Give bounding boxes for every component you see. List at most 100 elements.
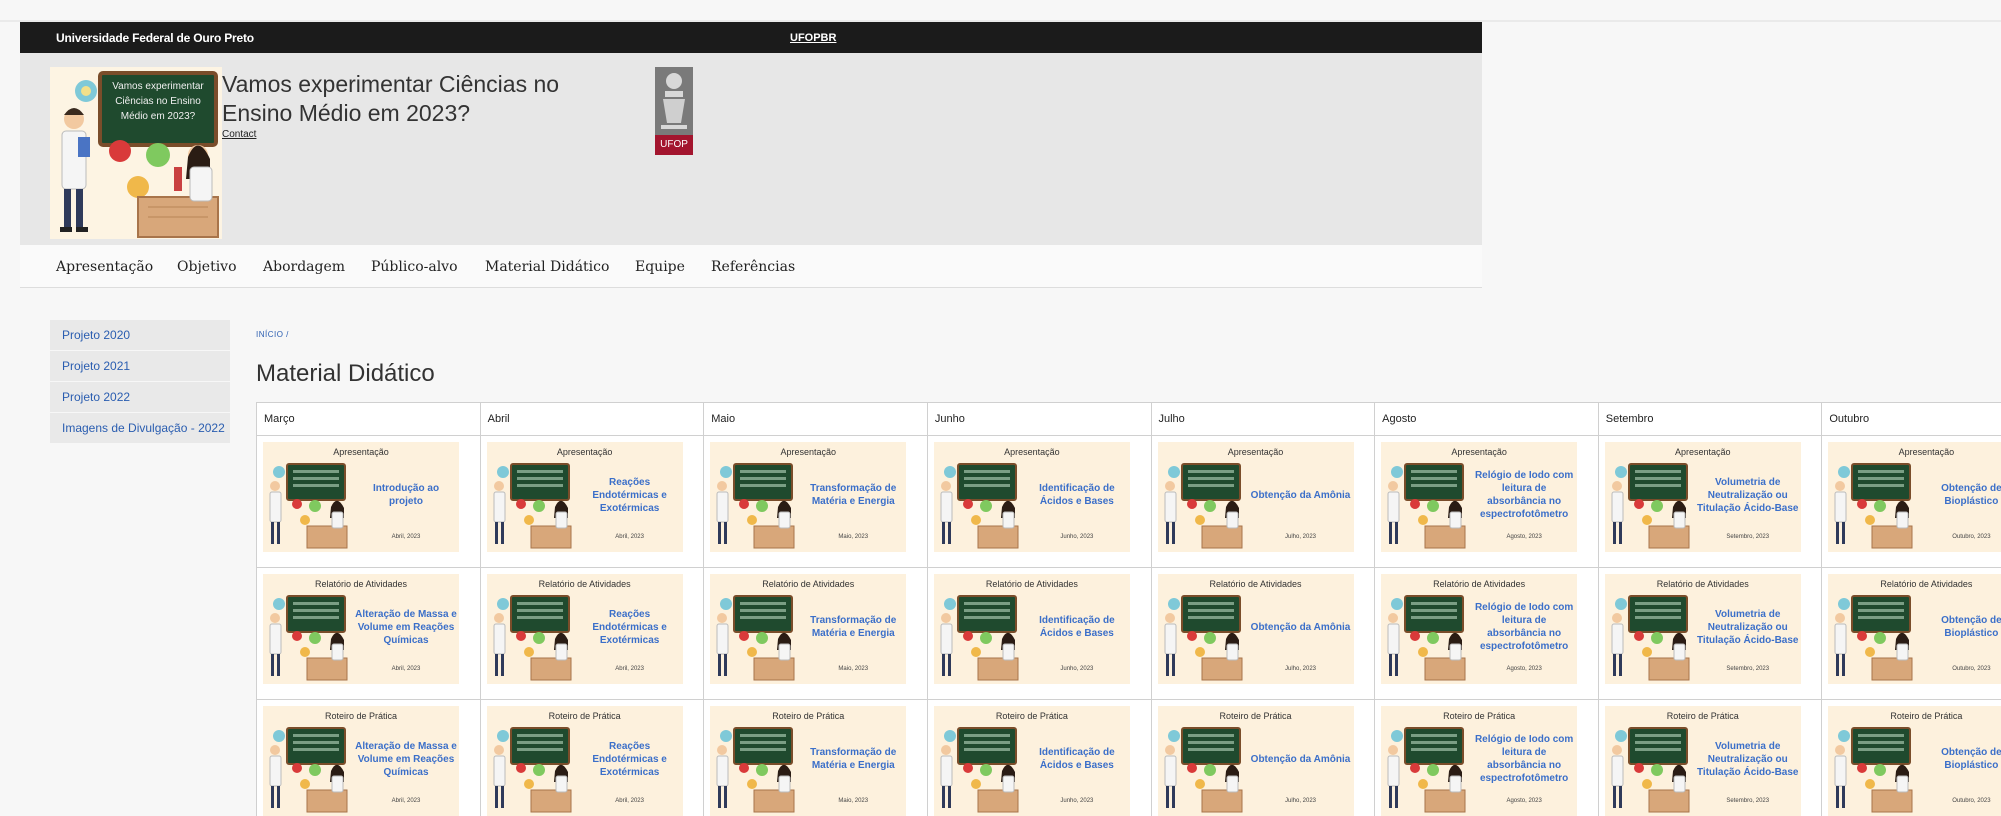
nav-equipe[interactable]: Equipe bbox=[635, 259, 685, 275]
material-card[interactable]: Apresentação Obtenção de Bioplástico Outub… bbox=[1828, 442, 2001, 552]
material-card[interactable]: Apresentação Transformação de Matéria e E… bbox=[710, 442, 907, 552]
scientists-illustration-icon bbox=[1606, 460, 1693, 550]
card-date: Agosto, 2023 bbox=[1506, 798, 1542, 804]
sidebar-item-projeto-2021[interactable]: Projeto 2021 bbox=[50, 351, 230, 382]
page: Universidade Federal de Ouro Preto UFOPB… bbox=[0, 0, 2001, 816]
nav-apresentacao[interactable]: Apresentação bbox=[56, 259, 153, 275]
logo-text: Vamos experimentar Ciências no Ensino Mé… bbox=[112, 81, 204, 122]
card-topic: Alteração de Massa e Volume em Reações Q… bbox=[355, 608, 457, 646]
project-logo[interactable]: Vamos experimentar Ciências no Ensino Mé… bbox=[50, 67, 222, 239]
material-card[interactable]: Roteiro de Prática Volumetria de Neutrali… bbox=[1604, 706, 1801, 816]
material-card[interactable]: Relatório de Atividades Relógio de Iodo c… bbox=[1381, 574, 1578, 684]
card-date: Agosto, 2023 bbox=[1506, 666, 1542, 672]
card-date: Abril, 2023 bbox=[391, 534, 421, 540]
material-card[interactable]: Roteiro de Prática Transformação de Matér… bbox=[710, 706, 907, 816]
card-topic: Identificação de Ácidos e Bases bbox=[1039, 615, 1115, 639]
table-cell: Roteiro de Prática Reações Endotérmicas e… bbox=[479, 699, 705, 816]
material-card[interactable]: Apresentação Volumetria de Neutralização … bbox=[1604, 442, 1801, 552]
card-topic: Relógio de Iodo com leitura de absorbânc… bbox=[1474, 602, 1574, 652]
table-row: Roteiro de Prática Alteração de Massa e V… bbox=[256, 699, 2001, 816]
card-date: Junho, 2023 bbox=[1060, 534, 1094, 540]
material-card[interactable]: Relatório de Atividades Reações Endotérmi… bbox=[486, 574, 683, 684]
table-cell: Apresentação Identificação de Ácidos e Ba… bbox=[926, 435, 1152, 568]
card-topic: Obtenção da Amônia bbox=[1250, 753, 1351, 765]
card-type: Relatório de Atividades bbox=[1656, 579, 1749, 589]
nav-referencias[interactable]: Referências bbox=[711, 259, 795, 275]
sidebar-item-projeto-2022[interactable]: Projeto 2022 bbox=[50, 382, 230, 413]
table-cell: Apresentação Introdução ao projeto Abril, … bbox=[256, 435, 481, 568]
card-topic: Obtenção de Bioplástico bbox=[1941, 747, 2001, 771]
card-topic: Obtenção de Bioplástico bbox=[1941, 483, 2001, 507]
table-cell: Roteiro de Prática Volumetria de Neutrali… bbox=[1597, 699, 1823, 816]
university-name[interactable]: Universidade Federal de Ouro Preto bbox=[56, 31, 254, 45]
card-date: Abril, 2023 bbox=[615, 534, 644, 540]
table-cell: Apresentação Relógio de Iodo com leitura … bbox=[1374, 435, 1599, 568]
nav-material-didatico[interactable]: Material Didático bbox=[485, 259, 609, 275]
sidebar-item-imagens-divulgacao[interactable]: Imagens de Divulgação - 2022 bbox=[50, 413, 230, 444]
card-type: Apresentação bbox=[1898, 447, 1955, 457]
material-card[interactable]: Roteiro de Prática Identificação de Ácido… bbox=[933, 706, 1130, 816]
table-row: Apresentação Introdução ao projeto Abril, … bbox=[256, 435, 2001, 568]
scientists-illustration-icon bbox=[265, 724, 351, 814]
month-header: Abril bbox=[479, 402, 705, 436]
material-card[interactable]: Roteiro de Prática Obtenção da Amônia Julh… bbox=[1157, 706, 1354, 816]
card-topic: Identificação de Ácidos e Bases bbox=[1039, 747, 1115, 771]
material-card[interactable]: Relatório de Atividades Alteração de Mass… bbox=[263, 574, 459, 684]
material-card[interactable]: Roteiro de Prática Relógio de Iodo com le… bbox=[1381, 706, 1578, 816]
card-type: Relatório de Atividades bbox=[762, 579, 855, 589]
card-topic: Transformação de Matéria e Energia bbox=[810, 615, 897, 639]
card-date: Maio, 2023 bbox=[838, 798, 869, 804]
sigla-link[interactable]: UFOPBR bbox=[790, 32, 836, 44]
ufop-logo[interactable]: UFOP bbox=[655, 67, 693, 155]
material-card[interactable]: Relatório de Atividades Volumetria de Neu… bbox=[1604, 574, 1801, 684]
card-date: Julho, 2023 bbox=[1284, 534, 1317, 540]
material-card[interactable]: Roteiro de Prática Alteração de Massa e V… bbox=[263, 706, 459, 816]
scientists-illustration-icon bbox=[1159, 460, 1246, 550]
scientists-illustration-icon bbox=[265, 460, 351, 550]
scientists-illustration-icon bbox=[935, 724, 1022, 814]
material-card[interactable]: Apresentação Relógio de Iodo com leitura … bbox=[1381, 442, 1578, 552]
scientists-illustration-icon bbox=[935, 460, 1022, 550]
material-card[interactable]: Apresentação Introdução ao projeto Abril, … bbox=[263, 442, 459, 552]
card-date: Setembro, 2023 bbox=[1726, 798, 1770, 804]
contact-link[interactable]: Contact bbox=[222, 129, 256, 140]
month-header: Agosto bbox=[1374, 402, 1599, 436]
card-topic: Reações Endotérmicas e Exotérmicas bbox=[592, 740, 667, 778]
material-card[interactable]: Relatório de Atividades Obtenção de Biopl… bbox=[1828, 574, 2001, 684]
card-type: Relatório de Atividades bbox=[538, 579, 631, 589]
card-type: Apresentação bbox=[1674, 447, 1731, 457]
site-title[interactable]: Vamos experimentar Ciências no Ensino Mé… bbox=[222, 70, 562, 128]
card-topic: Relógio de Iodo com leitura de absorbânc… bbox=[1474, 470, 1574, 520]
material-card[interactable]: Apresentação Obtenção da Amônia Julho, 202… bbox=[1157, 442, 1354, 552]
sidebar-item-projeto-2020[interactable]: Projeto 2020 bbox=[50, 320, 230, 351]
card-date: Maio, 2023 bbox=[838, 666, 869, 672]
material-card[interactable]: Relatório de Atividades Transformação de … bbox=[710, 574, 907, 684]
card-type: Roteiro de Prática bbox=[548, 711, 621, 721]
material-card[interactable]: Apresentação Reações Endotérmicas e Exoté… bbox=[486, 442, 683, 552]
card-date: Abril, 2023 bbox=[615, 798, 644, 804]
material-card[interactable]: Roteiro de Prática Reações Endotérmicas e… bbox=[486, 706, 683, 816]
breadcrumb[interactable]: INÍCIO / bbox=[256, 330, 289, 339]
card-type: Relatório de Atividades bbox=[314, 579, 408, 589]
material-card[interactable]: Relatório de Atividades Obtenção da Amôni… bbox=[1157, 574, 1354, 684]
nav-objetivo[interactable]: Objetivo bbox=[177, 259, 237, 275]
card-type: Roteiro de Prática bbox=[1219, 711, 1292, 721]
table-cell: Roteiro de Prática Obtenção da Amônia Julh… bbox=[1150, 699, 1376, 816]
table-row: Relatório de Atividades Alteração de Mass… bbox=[256, 567, 2001, 700]
material-card[interactable]: Roteiro de Prática Obtenção de Bioplástic… bbox=[1828, 706, 2001, 816]
card-date: Julho, 2023 bbox=[1284, 798, 1317, 804]
nav-publico-alvo[interactable]: Público-alvo bbox=[371, 259, 458, 275]
material-card[interactable]: Apresentação Identificação de Ácidos e Ba… bbox=[933, 442, 1130, 552]
card-date: Abril, 2023 bbox=[615, 666, 644, 672]
nav-abordagem[interactable]: Abordagem bbox=[263, 259, 345, 275]
card-date: Setembro, 2023 bbox=[1726, 534, 1770, 540]
table-cell: Roteiro de Prática Identificação de Ácido… bbox=[926, 699, 1152, 816]
card-date: Agosto, 2023 bbox=[1506, 534, 1542, 540]
card-date: Junho, 2023 bbox=[1060, 666, 1094, 672]
table-cell: Roteiro de Prática Alteração de Massa e V… bbox=[256, 699, 481, 816]
card-topic: Alteração de Massa e Volume em Reações Q… bbox=[355, 740, 457, 778]
material-card[interactable]: Relatório de Atividades Identificação de … bbox=[933, 574, 1130, 684]
scientists-illustration-icon bbox=[1159, 724, 1246, 814]
site-header: Vamos experimentar Ciências no Ensino Mé… bbox=[20, 53, 1482, 245]
month-header: Julho bbox=[1150, 402, 1376, 436]
